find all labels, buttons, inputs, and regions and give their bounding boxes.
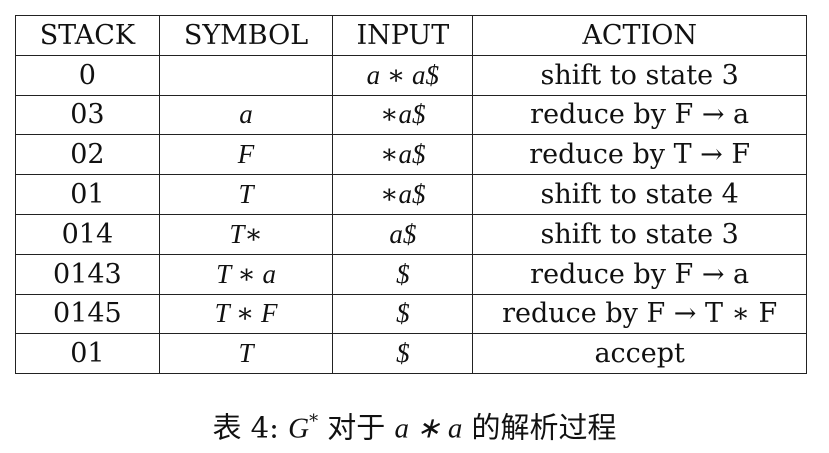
parse-table: STACK SYMBOL INPUT ACTION 0a ∗ a$ shift t… — [15, 15, 807, 375]
input-cell: $ — [332, 253, 474, 295]
symbol-cell: T — [158, 333, 334, 375]
table-row: 02 F ∗a$ reduce by T → F — [15, 134, 807, 176]
symbol-cell: F — [158, 134, 334, 176]
stack-cell: 0 — [15, 54, 160, 96]
table-row: 0145 T ∗ F $ reduce by F → T ∗ F — [15, 293, 807, 335]
table-row: 03 a ∗a$ reduce by F → a — [15, 94, 807, 136]
caption-expression: a ∗ a — [394, 412, 463, 445]
input-cell: ∗a$ — [332, 134, 474, 176]
table-row: 01 T ∗a$ shift to state 4 — [15, 174, 807, 215]
table-row: 0 a ∗ a$ shift to state 3 — [15, 54, 807, 96]
caption-superscript: * — [309, 411, 319, 432]
stack-cell: 01 — [15, 333, 160, 375]
input-cell: a$ — [332, 213, 474, 255]
stack-cell: 01 — [15, 174, 160, 215]
input-cell: $ — [332, 293, 474, 335]
symbol-cell: T ∗ F — [158, 293, 334, 335]
stack-cell: 03 — [15, 94, 160, 136]
stack-cell: 0145 — [15, 293, 160, 335]
symbol-cell: T — [158, 174, 334, 215]
symbol-cell: T ∗ a — [158, 253, 334, 295]
input-cell: a ∗ a$ — [332, 54, 474, 96]
symbol-cell: T∗ — [158, 213, 334, 255]
action-cell: reduce by F → T ∗ F — [472, 293, 807, 335]
symbol-cell: a — [158, 94, 334, 136]
table-row: 0143 T ∗ a $ reduce by F → a — [15, 253, 807, 295]
input-cell: ∗a$ — [332, 174, 474, 215]
input-cell: $ — [332, 333, 474, 375]
caption-label: 表 4: — [212, 410, 279, 445]
input-cell: ∗a$ — [332, 94, 474, 136]
caption-text-2: 的解析过程 — [471, 410, 617, 445]
stack-cell: 014 — [15, 213, 160, 255]
action-cell: reduce by F → a — [472, 253, 807, 295]
action-cell: shift to state 4 — [472, 174, 807, 215]
stack-cell: 0143 — [15, 253, 160, 295]
action-cell: shift to state 3 — [472, 213, 807, 255]
action-cell: reduce by T → F — [472, 134, 807, 176]
header-action: ACTION — [472, 15, 807, 56]
header-stack: STACK — [15, 15, 160, 56]
header-row: STACK SYMBOL INPUT ACTION — [15, 15, 807, 56]
action-cell: shift to state 3 — [472, 54, 807, 96]
stack-cell: 02 — [15, 134, 160, 176]
action-cell: reduce by F → a — [472, 94, 807, 136]
table-row: 01 T $ accept — [15, 333, 807, 375]
header-input: INPUT — [332, 15, 474, 56]
table-row: 014 T∗ a$ shift to state 3 — [15, 213, 807, 255]
header-symbol: SYMBOL — [158, 15, 334, 56]
caption-text-1: 对于 — [327, 410, 386, 445]
action-cell: accept — [472, 333, 807, 375]
table-body: 0a ∗ a$ shift to state 3 03 a ∗a$ reduce by F… — [15, 54, 807, 375]
caption-grammar: G — [288, 412, 310, 445]
symbol-cell — [158, 54, 334, 96]
table-caption: 表 4: G* 对于 a ∗ a 的解析过程 — [0, 404, 829, 447]
